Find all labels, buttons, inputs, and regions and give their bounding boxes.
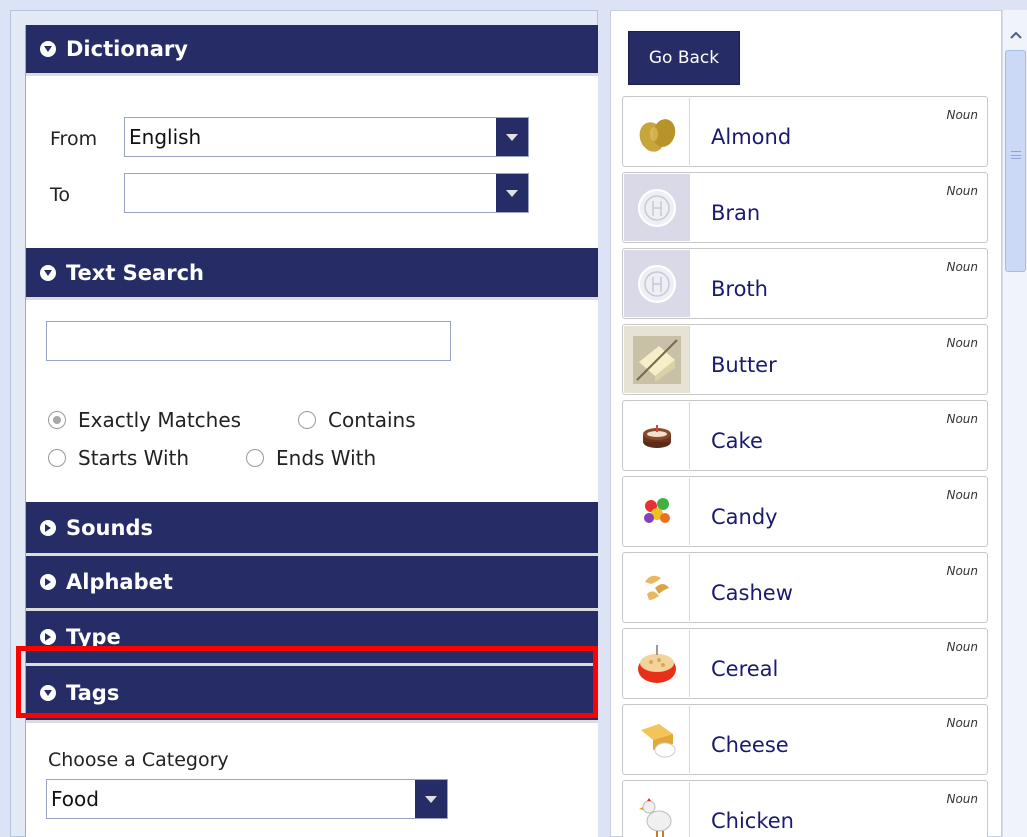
radio-icon (246, 449, 264, 467)
collapse-icon (40, 264, 56, 281)
tags-header[interactable]: Tags (26, 666, 598, 723)
radio-icon (48, 449, 66, 467)
to-language-select[interactable] (124, 173, 529, 213)
word-label: Cake (711, 429, 763, 453)
placeholder-icon (624, 250, 690, 317)
part-of-speech: Noun (946, 412, 978, 426)
sounds-header[interactable]: Sounds (26, 502, 598, 556)
radio-ends-with[interactable]: Ends With (246, 446, 376, 470)
chevron-down-icon[interactable] (496, 174, 528, 212)
from-language-value: English (129, 125, 202, 149)
search-input[interactable] (46, 321, 451, 361)
part-of-speech: Noun (946, 716, 978, 730)
collapse-icon (40, 41, 56, 57)
list-item[interactable]: Cheese Noun (622, 704, 988, 775)
list-item[interactable]: Butter Noun (622, 324, 988, 395)
word-label: Almond (711, 125, 792, 149)
list-item[interactable]: Cake Noun (622, 400, 988, 471)
radio-label: Exactly Matches (78, 408, 242, 432)
collapse-icon (40, 685, 56, 701)
part-of-speech: Noun (946, 184, 978, 198)
results-list: Almond Noun Bran Noun Broth Noun Butter … (622, 96, 988, 837)
candy-icon (624, 478, 690, 545)
category-select[interactable]: Food (46, 779, 448, 819)
cashew-icon (624, 554, 690, 621)
chicken-icon (624, 782, 690, 837)
list-item[interactable]: Almond Noun (622, 96, 988, 167)
chevron-down-icon[interactable] (415, 780, 447, 818)
word-label: Cashew (711, 581, 793, 605)
butter-icon (624, 326, 690, 393)
vertical-scrollbar[interactable] (1002, 10, 1027, 837)
scroll-thumb[interactable] (1005, 50, 1026, 272)
word-label: Broth (711, 277, 768, 301)
dictionary-header[interactable]: Dictionary (26, 25, 598, 76)
part-of-speech: Noun (946, 336, 978, 350)
alphabet-header[interactable]: Alphabet (26, 556, 598, 611)
sounds-header-label: Sounds (66, 515, 153, 540)
alphabet-header-label: Alphabet (66, 570, 173, 594)
part-of-speech: Noun (946, 564, 978, 578)
filter-panel-inner: Dictionary From English To Text Search E… (25, 25, 598, 837)
text-search-section: Exactly Matches Contains Starts With End… (26, 300, 598, 502)
type-header[interactable]: Type (26, 611, 598, 666)
almond-icon (624, 98, 690, 165)
cake-icon (624, 402, 690, 469)
chevron-down-icon[interactable] (496, 118, 528, 156)
part-of-speech: Noun (946, 792, 978, 806)
word-label: Bran (711, 201, 761, 225)
cereal-icon (624, 630, 690, 697)
list-item[interactable]: Cereal Noun (622, 628, 988, 699)
radio-label: Ends With (276, 446, 377, 470)
word-label: Butter (711, 353, 777, 377)
filter-panel: Dictionary From English To Text Search E… (10, 10, 598, 837)
radio-starts-with[interactable]: Starts With (48, 446, 189, 470)
from-label: From (50, 128, 98, 150)
text-search-header[interactable]: Text Search (26, 248, 598, 300)
list-item[interactable]: Bran Noun (622, 172, 988, 243)
list-item[interactable]: Broth Noun (622, 248, 988, 319)
part-of-speech: Noun (946, 108, 978, 122)
expand-icon (40, 629, 56, 645)
tags-header-label: Tags (66, 681, 120, 705)
dictionary-header-label: Dictionary (66, 37, 188, 61)
list-item[interactable]: Cashew Noun (622, 552, 988, 623)
from-language-select[interactable]: English (124, 117, 529, 157)
dictionary-section: From English To (26, 76, 598, 248)
radio-contains[interactable]: Contains (298, 408, 416, 432)
to-label: To (50, 184, 71, 206)
expand-icon (40, 519, 56, 536)
type-header-label: Type (66, 625, 121, 649)
cheese-icon (624, 706, 690, 773)
scroll-grip-icon (1011, 151, 1021, 159)
radio-exactly-matches[interactable]: Exactly Matches (48, 408, 241, 432)
word-label: Chicken (711, 809, 794, 833)
go-back-button[interactable]: Go Back (628, 31, 740, 85)
radio-icon (298, 411, 316, 429)
list-item[interactable]: Candy Noun (622, 476, 988, 547)
radio-label: Starts With (78, 446, 190, 470)
tags-section: Choose a Category Food (26, 723, 598, 837)
category-value: Food (51, 787, 99, 811)
scroll-up-icon[interactable] (1005, 22, 1026, 48)
list-item[interactable]: Chicken Noun (622, 780, 988, 837)
placeholder-icon (624, 174, 690, 241)
results-panel: Go Back Almond Noun Bran Noun Broth Noun… (610, 10, 1002, 837)
word-label: Candy (711, 505, 778, 529)
radio-label: Contains (328, 408, 416, 432)
expand-icon (40, 574, 56, 590)
word-label: Cereal (711, 657, 779, 681)
word-label: Cheese (711, 733, 789, 757)
radio-selected-icon (48, 411, 66, 429)
part-of-speech: Noun (946, 640, 978, 654)
part-of-speech: Noun (946, 260, 978, 274)
text-search-header-label: Text Search (66, 260, 204, 285)
category-label: Choose a Category (48, 749, 229, 771)
part-of-speech: Noun (946, 488, 978, 502)
